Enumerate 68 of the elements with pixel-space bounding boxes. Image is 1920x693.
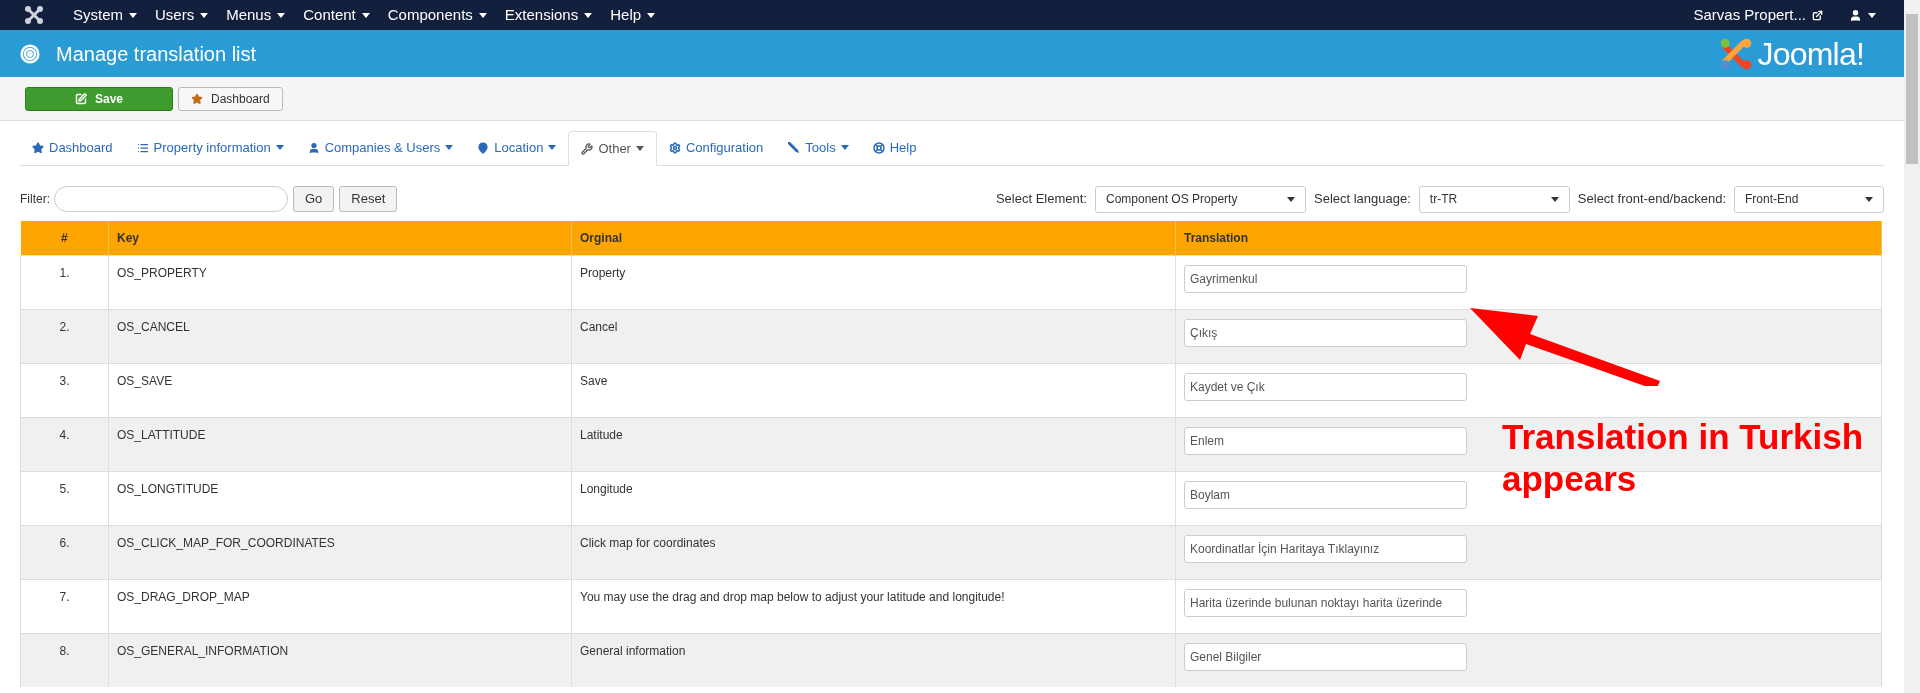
dashboard-button[interactable]: Dashboard bbox=[178, 86, 283, 111]
annotation-text: Translation in Turkish appears bbox=[1502, 416, 1865, 500]
table-cell: General information bbox=[571, 633, 1176, 687]
logo-icon[interactable] bbox=[24, 5, 44, 25]
caret-icon bbox=[647, 12, 656, 18]
site-link[interactable]: Sarvas Propert... bbox=[1693, 3, 1823, 27]
go-button[interactable]: Go bbox=[293, 186, 335, 212]
caret-icon bbox=[1865, 196, 1873, 202]
edit-icon bbox=[75, 92, 87, 105]
menu-item[interactable]: Help bbox=[601, 0, 665, 30]
user-icon bbox=[307, 141, 320, 154]
caret-icon bbox=[1550, 196, 1559, 202]
translation-input[interactable]: Kaydet ve Çık bbox=[1184, 372, 1467, 401]
select-label: Select Element: bbox=[995, 190, 1087, 209]
nav-tab[interactable]: Dashboard bbox=[20, 130, 125, 165]
caret-icon bbox=[277, 12, 286, 18]
caret-icon bbox=[1287, 196, 1295, 202]
nav-tab[interactable]: Tools bbox=[775, 130, 861, 165]
menu-item[interactable]: Extensions bbox=[495, 0, 602, 30]
lifebuoy-icon bbox=[872, 141, 885, 154]
caret-icon bbox=[584, 12, 593, 18]
select-label: Select front-end/backend: bbox=[1577, 190, 1726, 209]
nav-tab[interactable]: Help bbox=[860, 130, 929, 165]
map-pin-icon bbox=[477, 141, 490, 154]
star-icon bbox=[191, 92, 203, 105]
translation-input[interactable]: Harita üzerinde bulunan noktayı harita üzerinde bbox=[1184, 588, 1467, 617]
dropdown-select[interactable]: tr-TR bbox=[1418, 185, 1570, 213]
caret-icon bbox=[1868, 12, 1876, 18]
nav-tab[interactable]: Property information bbox=[124, 130, 296, 165]
nav-tab[interactable]: Configuration bbox=[656, 130, 776, 165]
list-icon bbox=[136, 141, 149, 154]
dropdown-select[interactable]: Component OS Property bbox=[1095, 185, 1306, 213]
filter-input[interactable] bbox=[54, 186, 288, 212]
table-cell: OS_GENERAL_INFORMATION bbox=[108, 633, 572, 687]
nav-tab[interactable]: Companies & Users bbox=[295, 130, 466, 165]
translation-input[interactable]: Boylam bbox=[1184, 480, 1467, 509]
user-icon bbox=[1849, 8, 1862, 22]
menu-item[interactable]: System bbox=[64, 0, 146, 30]
translation-input[interactable]: Gayrimenkul bbox=[1184, 264, 1467, 293]
caret-icon bbox=[361, 12, 370, 18]
nav-tab[interactable]: Location bbox=[465, 130, 569, 165]
translation-input[interactable]: Genel Bilgiler bbox=[1184, 642, 1467, 671]
save-button[interactable]: Save bbox=[25, 86, 173, 111]
target-icon bbox=[20, 43, 40, 64]
select-label: Select language: bbox=[1314, 190, 1411, 209]
external-link-icon bbox=[1812, 9, 1823, 21]
page-title: Manage translation list bbox=[56, 41, 257, 67]
menu-item[interactable]: Content bbox=[294, 0, 379, 30]
user-menu-button[interactable] bbox=[1849, 8, 1876, 22]
translation-input[interactable]: Koordinatlar İçin Haritaya Tıklayınız bbox=[1184, 534, 1467, 563]
translation-input[interactable]: Çıkış bbox=[1184, 318, 1467, 347]
star-icon bbox=[32, 141, 44, 154]
caret-icon bbox=[200, 12, 209, 18]
wrench-icon bbox=[581, 142, 594, 155]
translation-input[interactable]: Enlem bbox=[1184, 426, 1467, 455]
menu-item[interactable]: Users bbox=[146, 0, 218, 30]
table-cell: 8. bbox=[20, 633, 109, 687]
reset-button[interactable]: Reset bbox=[339, 186, 398, 212]
logo-text: Joomla! bbox=[1757, 37, 1864, 70]
menu-item[interactable]: Components bbox=[378, 0, 496, 30]
caret-icon bbox=[478, 12, 487, 18]
dropdown-select[interactable]: Front-End bbox=[1734, 185, 1884, 213]
caret-icon bbox=[129, 12, 137, 18]
nav-tab[interactable]: Other bbox=[568, 131, 657, 166]
settings-icon bbox=[668, 141, 681, 154]
filter-label: Filter: bbox=[20, 191, 50, 208]
screwdriver-icon bbox=[787, 141, 801, 154]
menu-item[interactable]: Menus bbox=[217, 0, 295, 30]
